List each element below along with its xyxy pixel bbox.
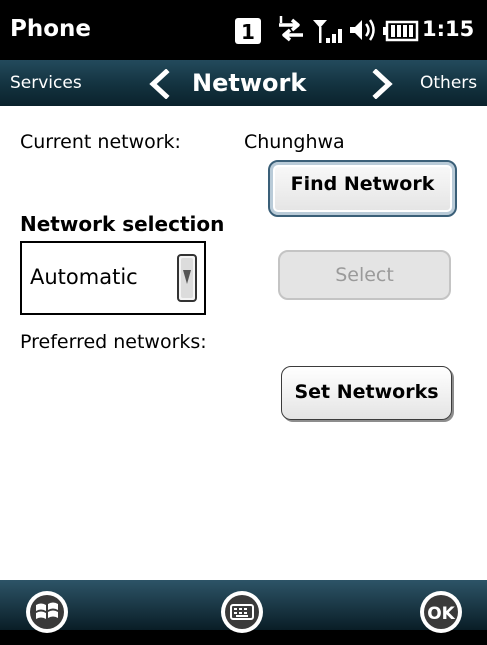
sim-badge-text: 1 — [241, 20, 255, 44]
network-mode-value: Automatic — [30, 265, 138, 289]
select-button[interactable]: Select — [278, 250, 451, 300]
chevron-left-icon[interactable] — [146, 69, 172, 99]
tab-services[interactable]: Services — [10, 70, 82, 96]
ok-button[interactable]: OK — [418, 589, 464, 635]
set-networks-button[interactable]: Set Networks — [281, 366, 452, 420]
clock: 1:15 — [422, 17, 475, 41]
dropdown-arrow-icon[interactable] — [177, 254, 197, 302]
volume-icon — [350, 19, 375, 41]
phone-settings-screen: Phone 1 1:15 Services Network Others Cur… — [0, 0, 487, 645]
windows-start-icon[interactable] — [24, 589, 70, 635]
softkey-bar: OK — [0, 580, 487, 645]
keyboard-icon[interactable] — [219, 589, 265, 635]
current-network-label: Current network: — [20, 131, 181, 153]
tab-others[interactable]: Others — [420, 70, 477, 96]
title-bar: Phone 1 1:15 — [0, 0, 487, 60]
ok-button-label: OK — [427, 604, 455, 624]
tab-network: Network — [192, 69, 307, 97]
network-selection-heading: Network selection — [20, 212, 225, 236]
data-sync-icon — [279, 16, 303, 42]
battery-icon — [383, 20, 419, 42]
find-network-button[interactable]: Find Network — [268, 160, 457, 217]
chevron-right-icon[interactable] — [370, 69, 396, 99]
current-network-value: Chunghwa — [244, 131, 345, 153]
preferred-networks-label: Preferred networks: — [20, 331, 207, 353]
network-mode-dropdown[interactable]: Automatic — [20, 241, 206, 315]
signal-strength-icon — [313, 20, 342, 43]
sim-1-icon: 1 — [235, 18, 261, 44]
app-title: Phone — [10, 16, 92, 42]
tab-header: Services Network Others — [0, 60, 487, 106]
